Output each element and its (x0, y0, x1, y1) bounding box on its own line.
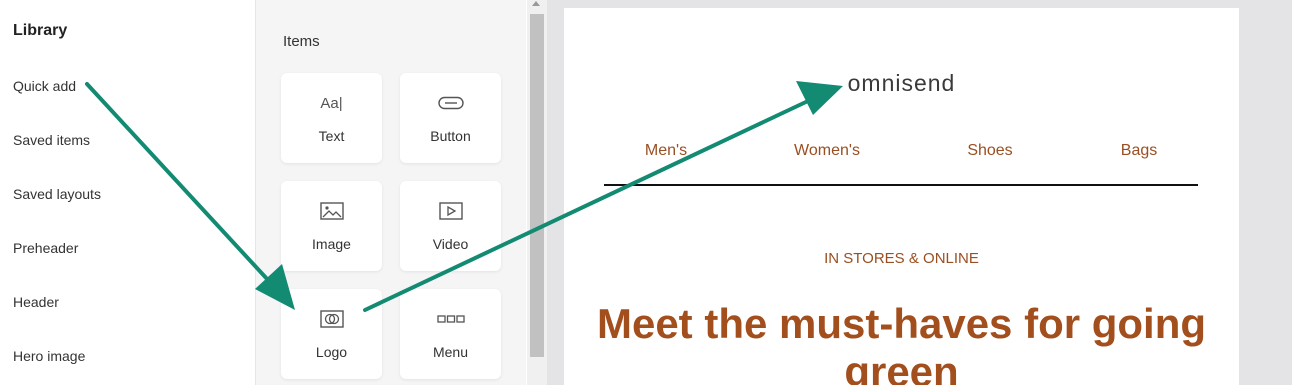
menu-link-mens[interactable]: Men's (645, 142, 687, 160)
item-card-label: Image (312, 236, 351, 252)
menu-link-shoes[interactable]: Shoes (967, 142, 1012, 160)
item-card-menu[interactable]: Menu (400, 289, 501, 379)
scroll-up-arrow-icon[interactable] (532, 1, 540, 6)
eyebrow-text: IN STORES & ONLINE (824, 250, 979, 267)
menu-icon (400, 307, 501, 331)
logo-icon (281, 307, 382, 331)
menu-link-bags[interactable]: Bags (1121, 142, 1157, 160)
item-card-label: Menu (432, 344, 469, 360)
hero-headline: Meet the must-haves for going green (596, 300, 1207, 385)
library-item-preheader[interactable]: Preheader (13, 240, 78, 256)
library-item-saved-items[interactable]: Saved items (13, 132, 90, 148)
scrollbar-thumb[interactable] (530, 14, 544, 357)
email-preview: omnisend Men's Women's Shoes Bags IN STO… (564, 8, 1239, 385)
text-icon: Aa| (320, 94, 343, 112)
item-card-image[interactable]: Image (281, 181, 382, 271)
menu-divider (604, 184, 1198, 186)
library-item-quick-add[interactable]: Quick add (13, 78, 76, 94)
item-card-logo[interactable]: Logo (281, 289, 382, 379)
library-item-hero-image[interactable]: Hero image (13, 348, 85, 364)
item-card-button[interactable]: Button (400, 73, 501, 163)
button-icon (400, 91, 501, 115)
menu-link-womens[interactable]: Women's (794, 142, 860, 160)
item-card-label: Button (430, 128, 471, 144)
brand-logo[interactable]: omnisend (564, 70, 1239, 97)
library-title: Library (13, 22, 68, 39)
image-icon (281, 199, 382, 223)
items-panel: Items Aa| Text Button Image Video Logo M… (256, 0, 526, 385)
item-card-video[interactable]: Video (400, 181, 501, 271)
library-sidebar: Library Quick add Saved items Saved layo… (0, 0, 256, 385)
library-item-header[interactable]: Header (13, 294, 59, 310)
items-scrollbar[interactable] (527, 0, 547, 385)
item-card-label: Video (432, 236, 469, 252)
items-panel-title: Items (283, 33, 320, 50)
video-icon (400, 199, 501, 223)
item-card-label: Logo (315, 344, 348, 360)
item-card-label: Text (318, 128, 345, 144)
library-item-saved-layouts[interactable]: Saved layouts (13, 186, 101, 202)
item-card-text[interactable]: Aa| Text (281, 73, 382, 163)
